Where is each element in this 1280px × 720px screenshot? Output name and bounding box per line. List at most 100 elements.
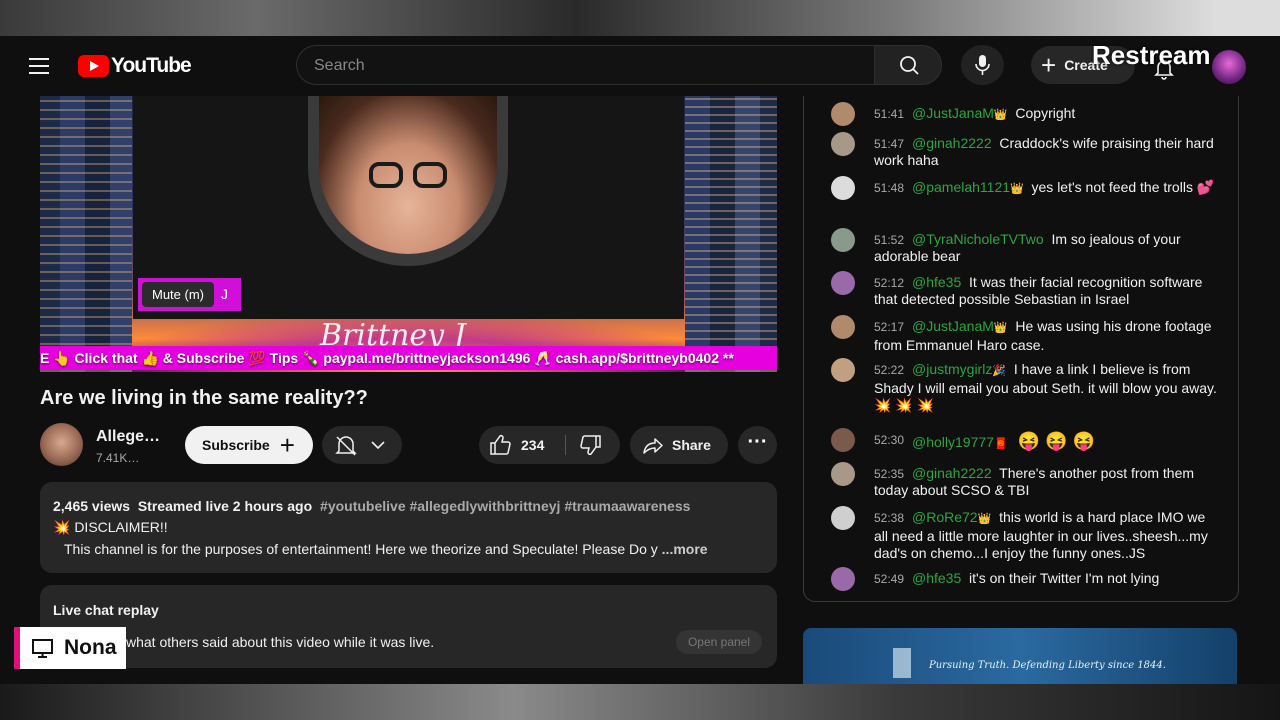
ad-banner[interactable]: Pursuing Truth. Defending Liberty since … — [803, 628, 1237, 684]
member-badge-icon: 👑 — [1010, 183, 1024, 195]
chat-avatar[interactable] — [831, 358, 855, 382]
background-bottom — [0, 684, 1280, 720]
chat-author[interactable]: @holly19777 — [912, 434, 994, 450]
description-text: This channel is for the purposes of ente… — [64, 541, 764, 557]
background-top — [0, 0, 1280, 36]
member-badge-icon: 👑 — [993, 109, 1008, 121]
glasses-icon — [369, 162, 447, 188]
like-button[interactable]: 234 — [479, 426, 565, 464]
chat-author[interactable]: @ginah2222 — [912, 135, 992, 151]
chat-body: @JustJanaM👑 Copyright — [874, 105, 1219, 124]
menu-icon[interactable] — [24, 52, 54, 80]
chat-body: @hfe35 it's on their Twitter I'm not lyi… — [874, 570, 1219, 587]
chat-author[interactable]: @hfe35 — [912, 570, 961, 586]
open-panel-button[interactable]: Open panel — [676, 630, 762, 654]
member-badge-icon: 👑 — [993, 322, 1008, 334]
restream-watermark: Restream — [1092, 40, 1211, 70]
hashtags[interactable]: #youtubelive #allegedlywithbrittneyj #tr… — [320, 498, 690, 514]
chat-avatar[interactable] — [831, 315, 855, 339]
chat-avatar[interactable] — [831, 132, 855, 156]
live-chat-replay-card: Live chat replay what others said about … — [40, 585, 777, 668]
ticker-text: E 👆 Click that 👍 & Subscribe 💯 Tips 🍾 pa… — [40, 350, 734, 366]
masthead: YouTube + Create — [0, 36, 1280, 96]
thumbs-up-icon — [490, 434, 511, 455]
live-chat-panel: 51:41 @JustJanaM👑 Copyright 51:47 @ginah… — [803, 96, 1239, 602]
chat-avatar[interactable] — [831, 271, 855, 295]
description-box[interactable]: 2,465 views Streamed live 2 hours ago #y… — [40, 482, 777, 573]
subscribe-label: Subscribe — [202, 437, 270, 453]
dislike-button[interactable] — [566, 426, 620, 464]
member-badge-icon: 🎉 — [992, 365, 1007, 377]
youtube-logo[interactable]: YouTube — [78, 54, 192, 78]
speaker-lower-third: Nona — [14, 627, 126, 669]
chat-author[interactable]: @TyraNicholeTVTwo — [912, 231, 1044, 247]
chat-text: yes let's not feed the trolls 💕 — [1031, 179, 1215, 195]
chat-body: @ginah2222 There's another post from the… — [874, 465, 1219, 499]
chat-author[interactable]: @ginah2222 — [912, 465, 992, 481]
chat-body: @holly19777🧧 😝 😝 😝 — [874, 431, 1219, 454]
city-backdrop-left — [40, 96, 132, 372]
notification-preferences-button[interactable] — [322, 426, 402, 464]
chat-avatar[interactable] — [831, 567, 855, 591]
chat-avatar[interactable] — [831, 462, 855, 486]
search-box — [296, 45, 874, 86]
video-player[interactable]: Brittney J Mute (m) J E 👆 Click that 👍 &… — [40, 96, 777, 372]
chat-author[interactable]: @justmygirlz — [912, 361, 992, 377]
chat-author[interactable]: @hfe35 — [912, 274, 961, 290]
mute-tooltip: Mute (m) J — [138, 278, 241, 311]
video-meta: 2,465 views Streamed live 2 hours ago #y… — [53, 498, 690, 514]
chat-author[interactable]: @JustJanaM — [912, 105, 994, 121]
subscribe-button[interactable]: Subscribe + — [185, 426, 313, 464]
view-count: 2,465 views — [53, 498, 131, 514]
disclaimer-heading: 💥 DISCLAIMER!! — [53, 519, 168, 535]
tooltip-trailing-glyph: J — [221, 286, 228, 302]
search-icon — [900, 56, 919, 75]
video-title: Are we living in the same reality?? — [40, 387, 368, 409]
plus-icon: + — [279, 430, 295, 460]
live-chat-replay-title: Live chat replay — [53, 602, 159, 618]
show-more-link[interactable]: ...more — [662, 541, 708, 557]
chat-avatar[interactable] — [831, 176, 855, 200]
youtube-app: YouTube + Create — [0, 36, 1280, 684]
chat-author[interactable]: @pamelah1121 — [912, 179, 1010, 195]
chat-avatar[interactable] — [831, 228, 855, 252]
mute-tooltip-text: Mute (m) — [142, 282, 214, 307]
youtube-play-icon — [78, 55, 109, 77]
chat-avatar[interactable] — [831, 102, 855, 126]
chat-text: 😝 😝 😝 — [1017, 431, 1095, 451]
monitor-icon — [32, 639, 53, 658]
chat-text: Copyright — [1015, 105, 1076, 121]
plus-icon: + — [1041, 50, 1057, 80]
logo-text: YouTube — [111, 54, 192, 77]
description-body: This channel is for the purposes of ente… — [64, 541, 658, 557]
chat-author[interactable]: @RoRe72 — [912, 509, 978, 525]
member-badge-icon: 🧧 — [993, 438, 1008, 450]
chat-body: @TyraNicholeTVTwo Im so jealous of your … — [874, 231, 1219, 265]
chat-avatar[interactable] — [831, 506, 855, 530]
voice-search-button[interactable] — [961, 45, 1004, 85]
chat-text: it's on their Twitter I'm not lying — [969, 570, 1160, 586]
chat-body: @hfe35 It was their facial recognition s… — [874, 274, 1219, 308]
chat-body: @justmygirlz🎉 I have a link I believe is… — [874, 361, 1219, 414]
like-dislike-group: 234 — [479, 426, 620, 464]
channel-avatar[interactable] — [40, 423, 83, 466]
stream-date: Streamed live 2 hours ago — [137, 498, 313, 514]
search-button[interactable] — [874, 45, 942, 85]
chat-body: @JustJanaM👑 He was using his drone foota… — [874, 318, 1219, 354]
share-button[interactable]: Share — [630, 426, 728, 464]
ad-tagline: Pursuing Truth. Defending Liberty since … — [929, 660, 1166, 671]
chat-author[interactable]: @JustJanaM — [912, 318, 994, 334]
chat-body: @pamelah1121👑 yes let's not feed the tro… — [874, 179, 1219, 198]
like-count: 234 — [521, 437, 545, 453]
member-badge-icon: 👑 — [977, 513, 992, 525]
account-avatar[interactable] — [1212, 50, 1246, 84]
building-icon — [893, 648, 911, 678]
live-chat-replay-text: what others said about this video while … — [126, 634, 435, 650]
search-input[interactable] — [297, 46, 856, 86]
more-actions-icon[interactable]: ··· — [738, 426, 777, 464]
share-icon — [643, 438, 663, 454]
chat-avatar[interactable] — [831, 428, 855, 452]
subscriber-count: 7.41K… — [96, 451, 140, 465]
channel-name[interactable]: Allege… — [96, 428, 160, 446]
share-label: Share — [672, 437, 711, 453]
